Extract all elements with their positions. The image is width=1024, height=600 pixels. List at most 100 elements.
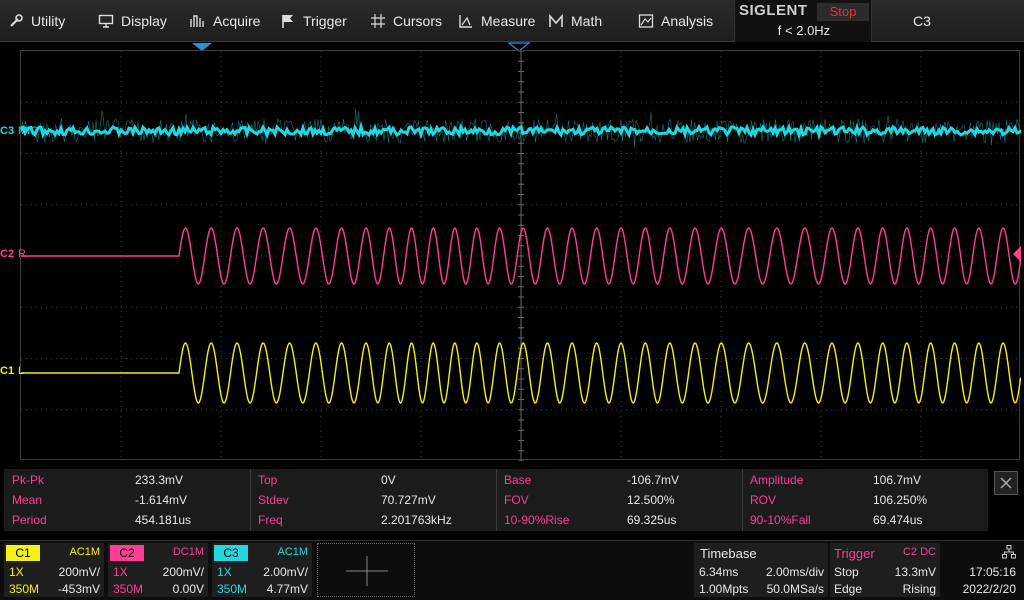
trigger-type: Edge <box>834 582 863 596</box>
network-icon <box>1002 545 1016 559</box>
wrench-icon <box>8 13 24 29</box>
menu-acquire-label: Acquire <box>213 13 261 29</box>
c3-label-name: MIC <box>18 125 39 137</box>
channel-select[interactable]: C3 <box>885 0 1024 42</box>
c2-tag: C2 <box>110 545 144 561</box>
trigger-level: 13.3mV <box>894 565 936 579</box>
c2-label-name: R <box>18 248 26 260</box>
menu-cursors[interactable]: Cursors <box>370 0 442 42</box>
menu-display[interactable]: Display <box>98 0 167 42</box>
clock-box: 17:05:16 2022/2/20 <box>944 543 1022 597</box>
c2-bandwidth: 350M <box>113 582 144 596</box>
meas-label: Freq <box>258 513 283 527</box>
meas-value: 12.500% <box>627 493 675 507</box>
trigger-source: C2 DC <box>902 546 936 558</box>
meas-value: 69.325us <box>627 513 677 527</box>
add-channel-button[interactable] <box>317 543 415 597</box>
channel-3-box[interactable]: C3 AC1M 1X 2.00mV/ 350M 4.77mV <box>212 543 312 597</box>
menu-display-label: Display <box>121 13 167 29</box>
meas-label: Base <box>504 473 532 487</box>
meas-label: 10-90%Rise <box>504 513 570 527</box>
c1-offset-marker[interactable]: C1 <box>0 365 14 377</box>
c3-offset-marker[interactable]: C3 <box>0 125 14 137</box>
c3-scale: 2.00mV/ <box>263 565 308 579</box>
timebase-delay: 6.34ms <box>699 565 739 579</box>
run-state-badge[interactable]: Stop <box>817 3 869 21</box>
monitor-icon <box>98 13 114 29</box>
timebase-box[interactable]: Timebase 6.34ms 2.00ms/div 1.00Mpts 50.0… <box>694 543 828 597</box>
plus-icon <box>346 556 388 586</box>
c1-trace <box>21 342 1021 404</box>
trigger-level-marker[interactable] <box>1012 246 1022 262</box>
divider <box>250 469 251 531</box>
trigger-title: Trigger <box>834 546 875 561</box>
meas-value: 2.201763kHz <box>381 513 452 527</box>
clock-time: 17:05:16 <box>969 565 1016 579</box>
close-icon[interactable] <box>994 471 1018 495</box>
channel-2-box[interactable]: C2 DC1M 1X 200mV/ 350M 0.00V <box>108 543 208 597</box>
menu-math[interactable]: Math <box>548 0 602 42</box>
trigger-box[interactable]: Trigger C2 DC Stop 13.3mV Edge Rising <box>830 543 940 597</box>
c1-coupling: AC1M <box>69 546 100 558</box>
channel-1-box[interactable]: C1 AC1M 1X 200mV/ 350M -453mV <box>4 543 104 597</box>
crosshair-icon <box>370 13 386 29</box>
timebase-sample-rate: 50.0MSa/s <box>766 582 824 596</box>
measure-icon <box>458 13 474 29</box>
c1-tag: C1 <box>6 545 40 561</box>
bottom-bar: C1 AC1M 1X 200mV/ 350M -453mV C2 DC1M 1X… <box>0 540 1024 600</box>
brand-logo: SIGLENT <box>739 2 808 19</box>
menu-trigger[interactable]: Trigger <box>280 0 347 42</box>
acquire-icon <box>190 13 206 29</box>
clock-date: 2022/2/20 <box>962 582 1016 596</box>
meas-label: Period <box>12 513 47 527</box>
flag-icon <box>280 13 296 29</box>
c1-label-name: L <box>18 365 25 377</box>
meas-value: 454.181us <box>135 513 192 527</box>
waveform-display[interactable] <box>20 50 1021 461</box>
trigger-mode: Stop <box>834 565 859 579</box>
menu-measure-label: Measure <box>481 13 536 29</box>
c2-scale: 200mV/ <box>162 565 204 579</box>
c1-bandwidth: 350M <box>9 582 40 596</box>
divider <box>742 469 743 531</box>
meas-value: 106.250% <box>873 493 928 507</box>
meas-value: -106.7mV <box>627 473 680 487</box>
c3-probe: 1X <box>217 565 232 579</box>
menu-trigger-label: Trigger <box>303 13 347 29</box>
menu-acquire[interactable]: Acquire <box>190 0 260 42</box>
meas-label: Stdev <box>258 493 289 507</box>
meas-label: Top <box>258 473 278 487</box>
meas-value: 70.727mV <box>381 493 436 507</box>
c2-offset: 0.00V <box>172 582 204 596</box>
c2-coupling: DC1M <box>172 546 204 558</box>
menu-cursors-label: Cursors <box>393 13 443 29</box>
timebase-title: Timebase <box>700 546 757 561</box>
c1-offset: -453mV <box>57 582 100 596</box>
selected-channel: C3 <box>913 13 931 29</box>
meas-label: Pk-Pk <box>12 473 45 487</box>
waveforms <box>21 109 1021 404</box>
c3-tag: C3 <box>214 545 248 561</box>
meas-label: 90-10%Fall <box>750 513 811 527</box>
meas-value: -1.614mV <box>135 493 188 507</box>
divider <box>496 469 497 531</box>
math-icon <box>548 13 564 29</box>
c3-offset: 4.77mV <box>266 582 308 596</box>
meas-value: 106.7mV <box>873 473 922 487</box>
menu-analysis-label: Analysis <box>661 13 714 29</box>
meas-value: 69.474us <box>873 513 923 527</box>
menu-measure[interactable]: Measure <box>458 0 535 42</box>
timebase-scale: 2.00ms/div <box>765 565 824 579</box>
c2-offset-marker[interactable]: C2 <box>0 248 14 260</box>
trigger-slope: Rising <box>902 582 936 596</box>
menu-analysis[interactable]: Analysis <box>638 0 713 42</box>
analysis-icon <box>638 13 654 29</box>
status-box[interactable]: SIGLENT Stop f < 2.0Hz <box>734 0 872 42</box>
menu-utility[interactable]: Utility <box>8 0 65 42</box>
c2-probe: 1X <box>113 565 128 579</box>
c1-scale: 200mV/ <box>58 565 100 579</box>
menu-utility-label: Utility <box>31 13 66 29</box>
c3-coupling: AC1M <box>277 546 308 558</box>
menu-bar: Utility Display Acquire Trigger Cursors … <box>0 0 1024 42</box>
menu-math-label: Math <box>571 13 603 29</box>
